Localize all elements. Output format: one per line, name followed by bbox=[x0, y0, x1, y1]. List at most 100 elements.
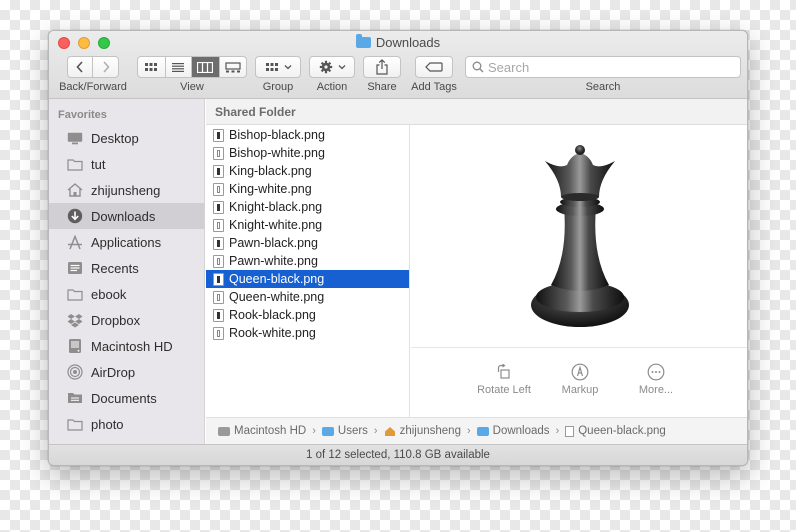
gallery-view-icon bbox=[225, 61, 241, 72]
file-name: Rook-white.png bbox=[229, 326, 316, 340]
hard-drive-icon bbox=[66, 338, 84, 354]
more-label: More... bbox=[638, 384, 674, 396]
sidebar-item-label: Dropbox bbox=[91, 312, 141, 328]
file-row[interactable]: Queen-white.png bbox=[206, 288, 409, 306]
add-tags-button[interactable] bbox=[415, 56, 453, 78]
file-row[interactable]: Pawn-white.png bbox=[206, 252, 409, 270]
sidebar-item-label: Downloads bbox=[91, 208, 156, 224]
path-item-downloads[interactable]: Downloads bbox=[476, 425, 550, 437]
file-name: Queen-white.png bbox=[229, 290, 325, 304]
sidebar-item-photo[interactable]: photo bbox=[49, 411, 204, 437]
search-icon bbox=[472, 61, 484, 73]
file-row[interactable]: King-white.png bbox=[206, 180, 409, 198]
sidebar-item-label: tut bbox=[91, 156, 106, 172]
sidebar-item-tut[interactable]: tut bbox=[49, 151, 204, 177]
group-button[interactable] bbox=[255, 56, 301, 78]
path-separator: › bbox=[312, 425, 316, 437]
search-field[interactable] bbox=[465, 56, 741, 78]
share-button[interactable] bbox=[363, 56, 401, 78]
search-input[interactable] bbox=[488, 59, 728, 75]
sidebar-item-dropbox[interactable]: Dropbox bbox=[49, 307, 204, 333]
rotate-left-icon bbox=[497, 364, 510, 379]
sidebar-item-applications[interactable]: Applications bbox=[49, 229, 204, 255]
sidebar-item-label: Documents bbox=[91, 390, 157, 406]
window-title-text: Downloads bbox=[375, 35, 441, 50]
sidebar-item-zhijunsheng[interactable]: zhijunsheng bbox=[49, 177, 204, 203]
file-row[interactable]: Rook-white.png bbox=[206, 324, 409, 342]
sidebar-item-label: photo bbox=[91, 416, 124, 432]
file-name: Knight-black.png bbox=[229, 200, 323, 214]
sidebar-item-label: ebook bbox=[91, 286, 127, 302]
window-title: Downloads bbox=[49, 34, 747, 50]
file-row[interactable]: Rook-black.png bbox=[206, 306, 409, 324]
sidebar-item-ebook[interactable]: ebook bbox=[49, 281, 204, 307]
path-bar: Macintosh HD › Users › zhijunsheng › Dow… bbox=[206, 417, 747, 444]
path-item-label: zhijunsheng bbox=[399, 425, 461, 437]
file-row-selected[interactable]: Queen-black.png bbox=[206, 270, 409, 288]
more-icon bbox=[647, 363, 665, 381]
rotate-left-label: Rotate Left bbox=[477, 384, 531, 396]
path-separator: › bbox=[466, 425, 471, 437]
home-icon bbox=[66, 182, 84, 198]
list-view-button[interactable] bbox=[166, 57, 193, 77]
file-row[interactable]: King-black.png bbox=[206, 162, 409, 180]
file-row[interactable]: Bishop-white.png bbox=[206, 144, 409, 162]
toolbar: Downloads Back/Forward View Group Action… bbox=[49, 31, 747, 99]
forward-button[interactable] bbox=[93, 57, 118, 77]
path-separator: › bbox=[373, 425, 378, 437]
view-label: View bbox=[180, 81, 204, 93]
chevron-left-icon bbox=[76, 61, 83, 73]
path-item-macintosh-hd[interactable]: Macintosh HD bbox=[218, 425, 306, 437]
chevron-right-icon bbox=[102, 61, 110, 73]
share-label: Share bbox=[367, 81, 397, 93]
column-view-button[interactable] bbox=[192, 57, 220, 77]
path-item-zhijunsheng[interactable]: zhijunsheng bbox=[384, 425, 461, 437]
column-header: Shared Folder bbox=[206, 99, 747, 125]
path-item-queen-black[interactable]: Queen-black.png bbox=[565, 425, 666, 437]
sidebar-item-label: zhijunsheng bbox=[91, 182, 161, 198]
sidebar-item-downloads[interactable]: Downloads bbox=[49, 203, 204, 229]
file-row[interactable]: Knight-black.png bbox=[206, 198, 409, 216]
column-browser: Shared Folder Bishop-black.png Bishop-wh… bbox=[206, 99, 747, 444]
back-button[interactable] bbox=[68, 57, 94, 77]
image-file-icon bbox=[213, 326, 224, 340]
folder-icon bbox=[476, 426, 489, 436]
file-row[interactable]: Pawn-black.png bbox=[206, 234, 409, 252]
sidebar-item-label: Recents bbox=[91, 260, 139, 276]
icon-view-icon bbox=[145, 63, 158, 71]
dropbox-icon bbox=[66, 312, 84, 328]
sidebar-item-airdrop[interactable]: AirDrop bbox=[49, 359, 204, 385]
sidebar-item-label: Desktop bbox=[91, 130, 139, 146]
image-file-icon bbox=[213, 182, 224, 196]
view-control bbox=[137, 56, 247, 78]
chevron-down-icon bbox=[338, 65, 345, 70]
sidebar-item-macintosh-hd[interactable]: Macintosh HD bbox=[49, 333, 204, 359]
file-name: Pawn-black.png bbox=[229, 236, 318, 250]
action-button[interactable] bbox=[309, 56, 355, 78]
file-name: Knight-white.png bbox=[229, 218, 323, 232]
action-label: Action bbox=[316, 81, 348, 93]
sidebar-item-recents[interactable]: Recents bbox=[49, 255, 204, 281]
more-button[interactable]: More... bbox=[616, 360, 696, 396]
home-icon bbox=[384, 426, 395, 436]
back-forward-control bbox=[67, 56, 119, 78]
folder-icon bbox=[355, 34, 371, 48]
markup-button[interactable]: Markup bbox=[540, 360, 620, 396]
file-row[interactable]: Bishop-black.png bbox=[206, 126, 409, 144]
sidebar-item-desktop[interactable]: Desktop bbox=[49, 125, 204, 151]
gallery-view-button[interactable] bbox=[220, 57, 247, 77]
downloads-icon bbox=[66, 208, 84, 224]
icon-view-button[interactable] bbox=[138, 57, 166, 77]
documents-icon bbox=[66, 390, 84, 406]
file-row[interactable]: Knight-white.png bbox=[206, 216, 409, 234]
image-file-icon bbox=[213, 272, 224, 286]
list-view-icon bbox=[172, 63, 185, 72]
rotate-left-button[interactable]: Rotate Left bbox=[464, 360, 544, 396]
sidebar-item-documents[interactable]: Documents bbox=[49, 385, 204, 411]
status-bar: 1 of 12 selected, 110.8 GB available bbox=[49, 444, 747, 465]
recents-icon bbox=[66, 260, 84, 276]
file-name: Bishop-white.png bbox=[229, 146, 325, 160]
path-item-users[interactable]: Users bbox=[321, 425, 368, 437]
column-view-icon bbox=[197, 61, 214, 73]
path-item-label: Users bbox=[337, 425, 368, 437]
